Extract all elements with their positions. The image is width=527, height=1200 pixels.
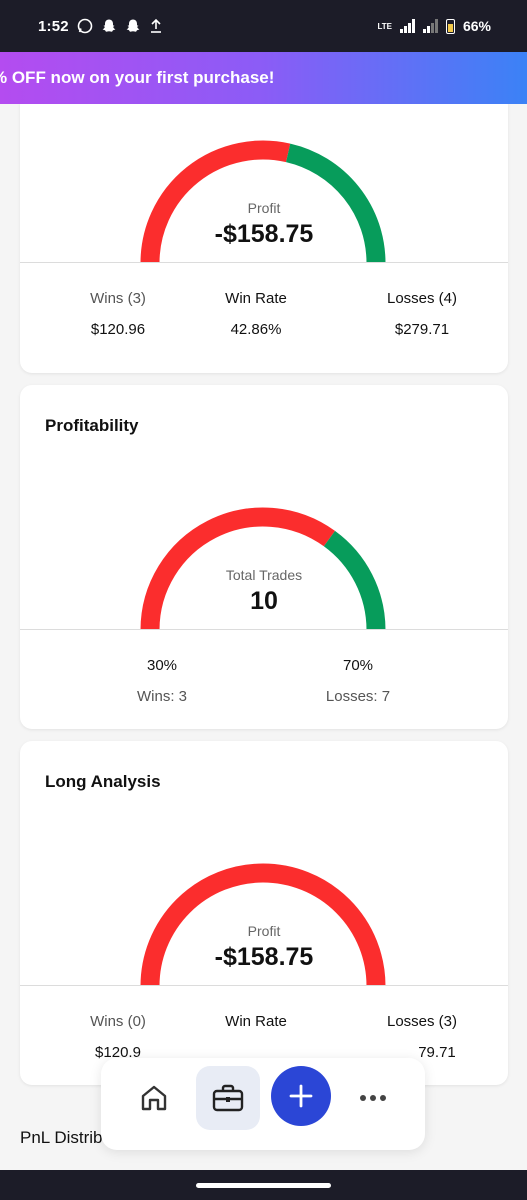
pnl-distribution-title: PnL Distrib: [20, 1128, 103, 1147]
snapchat-icon: [125, 18, 141, 34]
whatsapp-icon: [77, 18, 93, 34]
win-rate-label: Win Rate: [225, 1013, 287, 1030]
plus-icon: [289, 1084, 313, 1108]
status-bar: 1:52 LTE 66%: [0, 0, 527, 52]
home-gesture-pill[interactable]: [196, 1183, 331, 1188]
card-title: Profitability: [45, 416, 139, 435]
wins-label: Wins (3): [90, 290, 146, 307]
gauge-value: -$158.75: [214, 220, 314, 248]
divider: [20, 985, 508, 986]
gauge-label: Total Trades: [225, 567, 303, 583]
losses-count: Losses: 7: [325, 688, 391, 705]
win-rate-value: 42.86%: [230, 321, 282, 338]
win-rate-label: Win Rate: [225, 290, 287, 307]
gauge-label: Profit: [247, 923, 281, 939]
divider: [20, 262, 508, 263]
nav-portfolio[interactable]: [196, 1066, 260, 1130]
signal-icon: [399, 19, 415, 33]
wins-label: Wins (0): [90, 1013, 146, 1030]
bottom-nav: [101, 1058, 425, 1150]
gauge-value: 10: [250, 587, 278, 615]
wins-value: $120.96: [90, 321, 146, 338]
home-icon: [141, 1085, 167, 1111]
battery-icon: [445, 18, 455, 34]
losses-percent: 70%: [342, 657, 374, 674]
snapchat-icon: [101, 18, 117, 34]
card-title: Long Analysis: [45, 772, 161, 791]
more-icon: [360, 1095, 386, 1101]
profit-card: Profit -$158.75 Wins (3) $120.96 Win Rat…: [20, 104, 508, 373]
promo-banner[interactable]: % OFF now on your first purchase!: [0, 52, 527, 104]
upload-icon: [149, 18, 163, 34]
gauge-value: -$158.75: [214, 943, 314, 971]
gauge-label: Profit: [247, 200, 281, 216]
battery-percent: 66%: [462, 18, 491, 34]
status-time: 1:52: [38, 17, 69, 35]
system-gesture-bar: [0, 1170, 527, 1200]
nav-more[interactable]: [341, 1066, 405, 1130]
signal-icon: [422, 19, 438, 33]
promo-text: % OFF now on your first purchase!: [0, 68, 275, 87]
profitability-card: Profitability Total Trades 10 30% Wins: …: [20, 385, 508, 729]
wins-percent: 30%: [146, 657, 178, 674]
losses-label: Losses (4): [386, 290, 458, 307]
wins-count: Wins: 3: [136, 688, 187, 705]
network-type: LTE: [377, 21, 392, 31]
gauge-win-arc: [323, 530, 386, 631]
briefcase-icon: [212, 1084, 244, 1112]
losses-value: $279.71: [394, 321, 450, 338]
nav-home[interactable]: [122, 1066, 186, 1130]
scroll-content[interactable]: Profit -$158.75 Wins (3) $120.96 Win Rat…: [0, 104, 527, 1170]
divider: [20, 629, 508, 630]
losses-label: Losses (3): [386, 1013, 458, 1030]
add-trade-button[interactable]: [271, 1066, 331, 1126]
long-analysis-card: Long Analysis Profit -$158.75 Wins (0) $…: [20, 741, 508, 1085]
